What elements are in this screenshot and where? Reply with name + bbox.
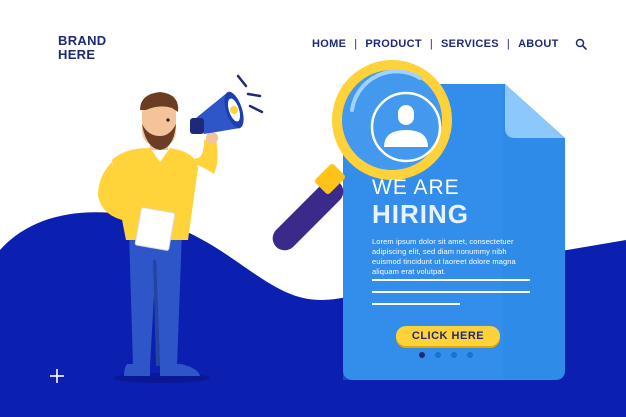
carousel-dot-2[interactable] (435, 352, 441, 358)
hero-heading: WE ARE HIRING (372, 176, 469, 230)
hero-body-text: Lorem ipsum dolor sit amet, consectetuer… (372, 237, 516, 276)
man-illustration (98, 92, 218, 383)
carousel-dots (419, 352, 473, 358)
carousel-dot-4[interactable] (467, 352, 473, 358)
hiring-illustration (98, 60, 565, 383)
click-here-button[interactable]: CLICK HERE (396, 326, 500, 346)
carousel-dot-3[interactable] (451, 352, 457, 358)
carousel-dot-1[interactable] (419, 352, 425, 358)
megaphone-icon (190, 74, 264, 134)
hero-line-1: WE ARE (372, 176, 460, 199)
hero-line-2: HIRING (372, 199, 469, 229)
plus-icon (50, 369, 64, 383)
